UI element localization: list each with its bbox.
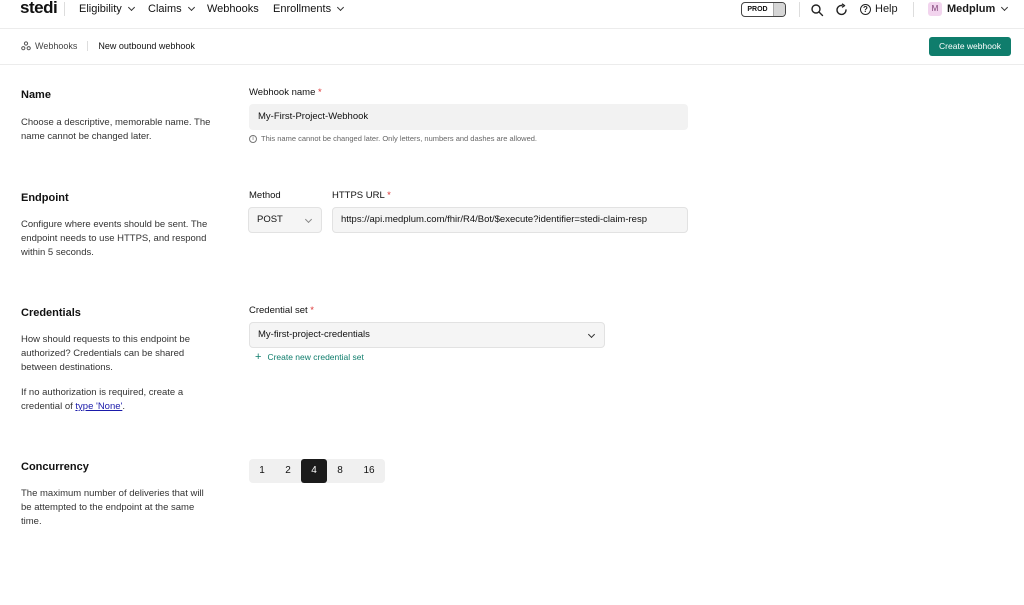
type-none-link[interactable]: type 'None': [75, 401, 122, 412]
webhook-icon: [21, 41, 31, 51]
environment-toggle[interactable]: PROD: [741, 2, 786, 17]
help-icon: ?: [860, 3, 871, 15]
nav-webhooks-label: Webhooks: [207, 3, 259, 15]
nav-divider: [64, 2, 65, 16]
required-mark: *: [387, 190, 391, 201]
section-description-name: Choose a descriptive, memorable name. Th…: [21, 117, 211, 142]
credential-set-label: Credential set *: [249, 305, 314, 316]
concurrency-option-1[interactable]: 1: [249, 459, 275, 483]
environment-label: PROD: [747, 6, 768, 13]
concurrency-selector: 1 2 4 8 16: [249, 459, 385, 483]
breadcrumb-separator: [87, 41, 89, 51]
search-icon[interactable]: [810, 3, 824, 17]
breadcrumb-bar: Webhooks New outbound webhook Create web…: [0, 28, 1024, 65]
breadcrumb-current: New outbound webhook: [98, 41, 195, 51]
breadcrumb: Webhooks New outbound webhook: [21, 41, 195, 51]
stedi-logo[interactable]: stedi: [20, 0, 58, 18]
required-mark: *: [318, 87, 322, 98]
credentials-note-suffix: .: [122, 401, 125, 412]
section-title-concurrency: Concurrency: [21, 461, 89, 473]
plus-icon: +: [255, 350, 262, 363]
required-mark: *: [310, 305, 314, 316]
breadcrumb-webhooks[interactable]: Webhooks: [21, 41, 77, 51]
webhook-name-hint-text: This name cannot be changed later. Only …: [261, 134, 537, 143]
nav-enrollments[interactable]: Enrollments: [273, 3, 345, 15]
nav-divider: [913, 2, 914, 17]
webhook-name-label: Webhook name *: [249, 87, 322, 98]
section-description-credentials: How should requests to this endpoint be …: [21, 334, 190, 373]
nav-claims[interactable]: Claims: [148, 3, 195, 15]
webhook-name-label-text: Webhook name: [249, 87, 316, 98]
org-switcher[interactable]: M Medplum: [928, 2, 1009, 16]
chevron-down-icon: [1001, 3, 1009, 12]
credential-set-label-text: Credential set: [249, 305, 308, 316]
nav-webhooks[interactable]: Webhooks: [207, 3, 259, 15]
https-url-input[interactable]: https://api.medplum.com/fhir/R4/Bot/$exe…: [332, 207, 688, 233]
nav-eligibility[interactable]: Eligibility: [79, 3, 135, 15]
section-title-credentials: Credentials: [21, 307, 81, 319]
chevron-down-icon: [187, 3, 195, 12]
concurrency-option-2[interactable]: 2: [275, 459, 301, 483]
nav-claims-label: Claims: [148, 3, 182, 15]
chevron-down-icon: [127, 3, 135, 12]
section-title-endpoint: Endpoint: [21, 192, 69, 204]
help-button[interactable]: ? Help: [860, 3, 898, 15]
chevron-down-icon: [587, 330, 596, 339]
method-label: Method: [249, 190, 281, 201]
info-icon: i: [249, 134, 257, 143]
concurrency-option-4[interactable]: 4: [301, 459, 327, 483]
toggle-knob: [773, 3, 785, 16]
nav-divider: [799, 2, 800, 17]
section-title-name: Name: [21, 89, 51, 101]
credential-set-select[interactable]: My-first-project-credentials: [249, 322, 605, 348]
https-url-label-text: HTTPS URL: [332, 190, 385, 201]
section-description-endpoint: Configure where events should be sent. T…: [21, 219, 208, 258]
nav-enrollments-label: Enrollments: [273, 3, 332, 15]
method-select[interactable]: POST: [248, 207, 322, 233]
avatar: M: [928, 2, 942, 16]
create-webhook-button[interactable]: Create webhook: [929, 37, 1011, 56]
top-navigation: stedi Eligibility Claims Webhooks Enroll…: [0, 0, 1024, 20]
https-url-label: HTTPS URL *: [332, 190, 391, 201]
chevron-down-icon: [304, 215, 313, 224]
concurrency-option-16[interactable]: 16: [353, 459, 385, 483]
webhook-name-hint: i This name cannot be changed later. Onl…: [249, 134, 537, 143]
breadcrumb-parent-label: Webhooks: [35, 41, 78, 51]
method-select-value: POST: [257, 214, 283, 225]
refresh-icon[interactable]: [835, 3, 849, 17]
org-name: Medplum: [947, 3, 996, 15]
webhook-name-input[interactable]: My-First-Project-Webhook: [249, 104, 688, 130]
section-description-concurrency: The maximum number of deliveries that wi…: [21, 488, 204, 527]
nav-eligibility-label: Eligibility: [79, 3, 122, 15]
create-credential-set-link[interactable]: + Create new credential set: [255, 350, 364, 363]
chevron-down-icon: [337, 3, 345, 12]
help-label: Help: [875, 3, 898, 15]
credential-set-select-value: My-first-project-credentials: [258, 329, 370, 340]
concurrency-option-8[interactable]: 8: [327, 459, 353, 483]
create-credential-set-label: Create new credential set: [267, 352, 364, 362]
credentials-note: If no authorization is required, create …: [21, 386, 216, 414]
